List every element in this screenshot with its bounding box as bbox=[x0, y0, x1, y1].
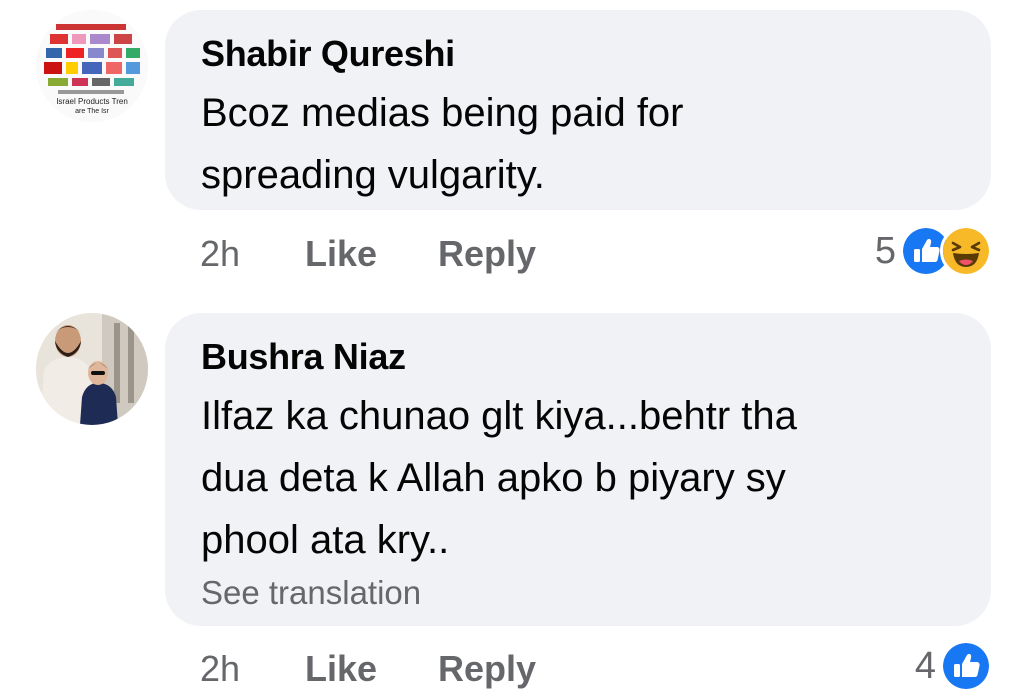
reaction-summary[interactable]: 4 bbox=[914, 640, 992, 692]
avatar-collage-image: Israel Products Tren are The Isr bbox=[36, 10, 148, 122]
reply-button[interactable]: Reply bbox=[438, 232, 536, 276]
comment-text-line: phool ata kry.. bbox=[201, 518, 450, 562]
comment-timestamp[interactable]: 2h bbox=[200, 232, 240, 276]
comment-timestamp[interactable]: 2h bbox=[200, 647, 240, 691]
haha-icon bbox=[940, 225, 992, 277]
like-button[interactable]: Like bbox=[305, 647, 377, 691]
reaction-count: 4 bbox=[914, 645, 936, 687]
avatar-caption-line-2: are The Isr bbox=[75, 108, 109, 115]
comment-text: Bcoz medias being paid for spreading vul… bbox=[201, 82, 955, 206]
avatar[interactable] bbox=[36, 313, 148, 425]
avatar-caption-line-1: Israel Products Tren bbox=[56, 97, 128, 106]
reply-button[interactable]: Reply bbox=[438, 647, 536, 691]
like-button[interactable]: Like bbox=[305, 232, 377, 276]
comment-text: Ilfaz ka chunao glt kiya...behtr tha dua… bbox=[201, 385, 955, 571]
comment-text-line: dua deta k Allah apko b piyary sy bbox=[201, 456, 786, 500]
comment-text-line: Bcoz medias being paid for bbox=[201, 91, 684, 135]
avatar[interactable]: Israel Products Tren are The Isr bbox=[36, 10, 148, 122]
comment-bubble[interactable]: Shabir Qureshi Bcoz medias being paid fo… bbox=[165, 10, 991, 210]
comment-text-line: spreading vulgarity. bbox=[201, 153, 545, 197]
comment-text-line: Ilfaz ka chunao glt kiya...behtr tha bbox=[201, 394, 797, 438]
comment-bubble[interactable]: Bushra Niaz Ilfaz ka chunao glt kiya...b… bbox=[165, 313, 991, 626]
comment-author[interactable]: Bushra Niaz bbox=[201, 335, 955, 379]
reaction-count: 5 bbox=[874, 230, 896, 272]
comment-author[interactable]: Shabir Qureshi bbox=[201, 32, 955, 76]
avatar-photo-image bbox=[36, 313, 148, 425]
like-icon bbox=[940, 640, 992, 692]
reaction-summary[interactable]: 5 bbox=[874, 225, 992, 277]
see-translation-link[interactable]: See translation bbox=[201, 573, 955, 613]
